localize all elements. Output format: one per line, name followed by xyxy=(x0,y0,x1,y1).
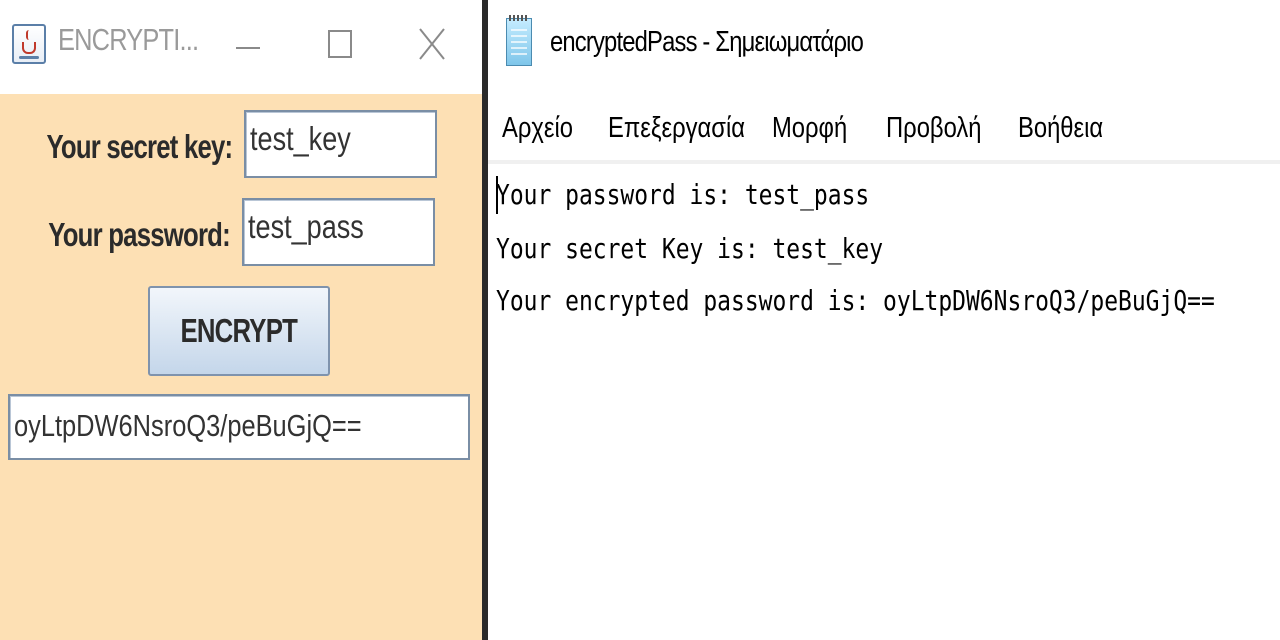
notepad-menubar: Αρχείο Επεξεργασία Μορφή Προβολή Βοήθεια xyxy=(502,112,1128,156)
text-line: Your password is: test_pass xyxy=(496,178,870,211)
maximize-icon xyxy=(328,30,352,58)
menu-view[interactable]: Προβολή xyxy=(886,112,981,145)
password-value: test_pass xyxy=(248,208,364,245)
close-button[interactable] xyxy=(404,16,460,72)
text-line: Your encrypted password is: oyLtpDW6Nsro… xyxy=(496,284,1215,317)
java-cup-icon xyxy=(12,24,46,64)
password-input[interactable]: test_pass xyxy=(242,198,435,266)
menubar-separator xyxy=(488,160,1280,164)
menu-help[interactable]: Βοήθεια xyxy=(1018,112,1103,145)
window-title: ENCRYPTI... xyxy=(58,22,199,57)
encrypted-output-field[interactable]: oyLtpDW6NsroQ3/peBuGjQ== xyxy=(8,394,470,460)
password-label: Your password: xyxy=(48,216,230,253)
encrypt-app-window: ENCRYPTI... Your secret key: test_key Yo… xyxy=(0,0,482,640)
notepad-title: encryptedPass - Σημειωματάριο xyxy=(550,26,864,58)
notepad-text-area[interactable]: Your password is: test_pass Your secret … xyxy=(494,168,1280,640)
notepad-window: encryptedPass - Σημειωματάριο Αρχείο Επε… xyxy=(488,0,1280,640)
maximize-button[interactable] xyxy=(312,16,368,72)
menu-format[interactable]: Μορφή xyxy=(772,112,847,145)
menu-file[interactable]: Αρχείο xyxy=(502,112,573,145)
secret-key-value: test_key xyxy=(250,120,351,157)
encrypt-button-label: ENCRYPT xyxy=(180,312,298,349)
encrypt-button[interactable]: ENCRYPT xyxy=(148,286,330,376)
minimize-button[interactable] xyxy=(220,16,276,72)
minimize-icon xyxy=(236,47,260,49)
secret-key-input[interactable]: test_key xyxy=(244,110,437,178)
encrypted-output-value: oyLtpDW6NsroQ3/peBuGjQ== xyxy=(14,408,362,443)
encrypt-app-titlebar[interactable]: ENCRYPTI... xyxy=(0,0,482,94)
text-line: Your secret Key is: test_key xyxy=(496,232,884,265)
desktop-screen: ENCRYPTI... Your secret key: test_key Yo… xyxy=(0,0,1280,640)
notepad-icon xyxy=(506,15,532,66)
menu-edit[interactable]: Επεξεργασία xyxy=(608,112,745,145)
secret-key-label: Your secret key: xyxy=(46,128,233,165)
close-icon xyxy=(419,28,445,60)
